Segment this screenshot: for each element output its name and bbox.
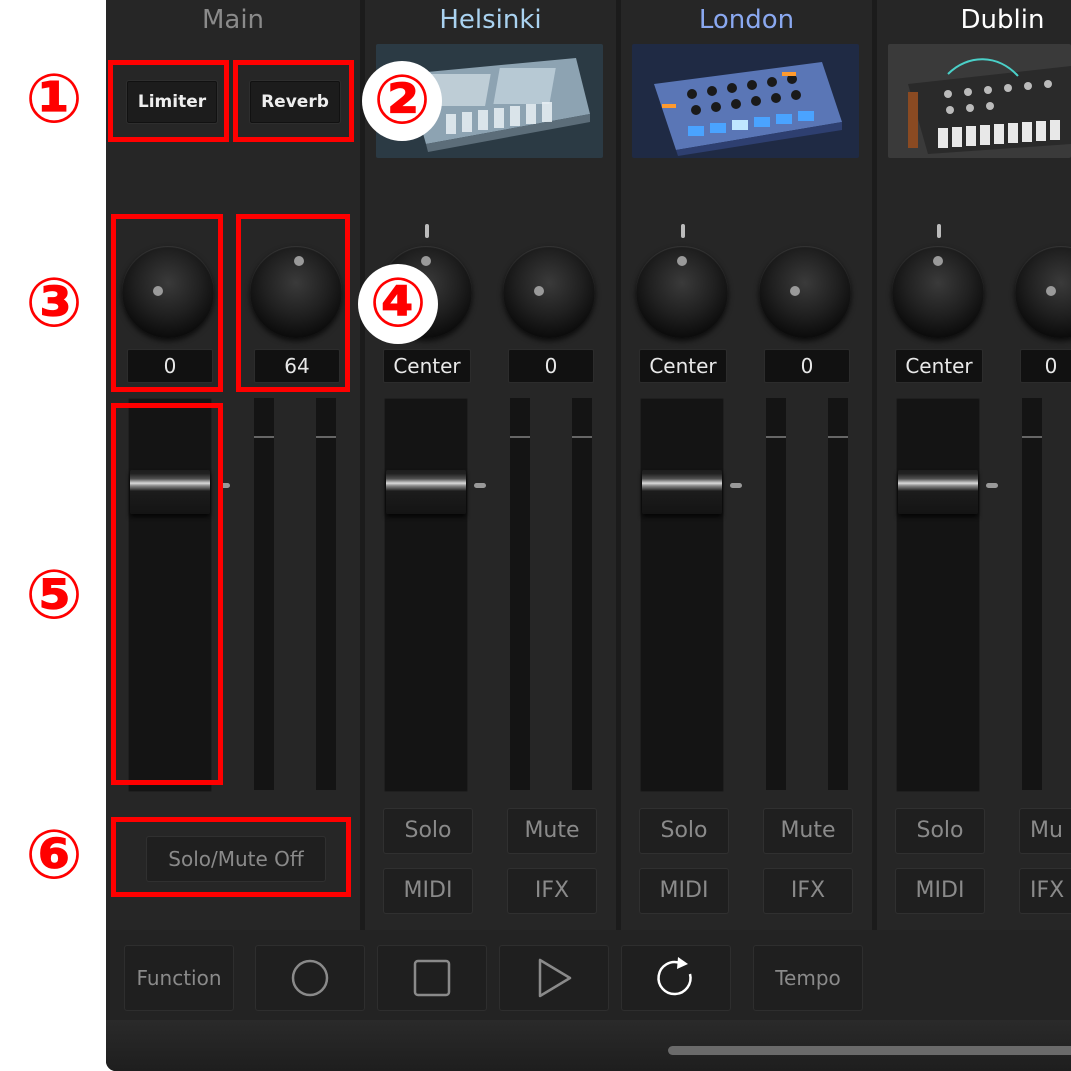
london-synth-image[interactable]: [632, 44, 859, 158]
annotation-number-5: ⑤: [25, 556, 83, 635]
helsinki-send-knob[interactable]: [503, 246, 595, 338]
pan-center-tick: [681, 224, 685, 238]
meter-marker: [1022, 436, 1042, 438]
level-meter-right: [316, 398, 336, 790]
knob-indicator: [677, 256, 687, 266]
meter-marker: [510, 436, 530, 438]
annotation-box-3: [111, 214, 223, 392]
knob-indicator: [933, 256, 943, 266]
meter-marker: [572, 436, 592, 438]
dublin-mute-button[interactable]: Mu: [1019, 808, 1071, 854]
london-fader-handle[interactable]: [642, 470, 722, 514]
london-solo-button[interactable]: Solo: [639, 808, 729, 854]
pan-center-tick: [937, 224, 941, 238]
dublin-synth-illustration: [908, 58, 1071, 154]
loop-icon: [657, 957, 692, 996]
helsinki-solo-button[interactable]: Solo: [383, 808, 473, 854]
dublin-pan-knob[interactable]: [892, 246, 984, 338]
london-pan-value: Center: [639, 349, 727, 383]
record-button[interactable]: [255, 945, 365, 1011]
level-meter-left: [1022, 398, 1042, 790]
loop-button[interactable]: [621, 945, 731, 1011]
dublin-solo-button[interactable]: Solo: [895, 808, 985, 854]
play-icon: [538, 958, 572, 998]
function-button[interactable]: Function: [124, 945, 234, 1011]
stop-button[interactable]: [377, 945, 487, 1011]
london-send-knob[interactable]: [759, 246, 851, 338]
london-midi-button[interactable]: MIDI: [639, 868, 729, 914]
dublin-fader-track[interactable]: [896, 398, 980, 792]
annotation-number-2: ②: [362, 61, 442, 141]
level-meter-right: [572, 398, 592, 790]
helsinki-midi-button[interactable]: MIDI: [383, 868, 473, 914]
level-meter-left: [254, 398, 274, 790]
meter-marker: [254, 436, 274, 438]
london-pan-knob[interactable]: [636, 246, 728, 338]
helsinki-pan-value: Center: [383, 349, 471, 383]
fader-position-mark: [474, 483, 486, 488]
dublin-synth-image[interactable]: [888, 44, 1071, 158]
channel-title-london[interactable]: London: [621, 2, 872, 38]
helsinki-fader-track[interactable]: [384, 398, 468, 792]
play-button[interactable]: [499, 945, 609, 1011]
helsinki-mute-button[interactable]: Mute: [507, 808, 597, 854]
annotation-box-2: [233, 60, 354, 142]
dublin-send-value: 0: [1020, 349, 1071, 383]
helsinki-ifx-button[interactable]: IFX: [507, 868, 597, 914]
record-icon: [291, 959, 329, 997]
london-fader-track[interactable]: [640, 398, 724, 792]
dublin-pan-value: Center: [895, 349, 983, 383]
channel-title-helsinki[interactable]: Helsinki: [365, 2, 616, 38]
london-ifx-button[interactable]: IFX: [763, 868, 853, 914]
london-send-value: 0: [764, 349, 850, 383]
horizontal-scrollbar[interactable]: [668, 1046, 1071, 1055]
fader-position-mark: [730, 483, 742, 488]
annotation-box-6: [111, 817, 351, 897]
london-mute-button[interactable]: Mute: [763, 808, 853, 854]
knob-indicator: [534, 286, 544, 296]
annotation-number-4: ④: [358, 264, 438, 344]
meter-marker: [766, 436, 786, 438]
stop-icon: [413, 959, 451, 997]
annotation-box-4: [236, 214, 350, 392]
london-synth-illustration: [654, 62, 842, 156]
knob-indicator: [1046, 286, 1056, 296]
channel-title-dublin[interactable]: Dublin: [877, 2, 1071, 38]
annotation-box-5: [111, 403, 223, 785]
level-meter-left: [766, 398, 786, 790]
helsinki-send-value: 0: [508, 349, 594, 383]
annotation-number-1: ①: [25, 60, 83, 139]
dublin-ifx-button[interactable]: IFX: [1019, 868, 1071, 914]
annotation-box-1: [108, 60, 229, 142]
dublin-midi-button[interactable]: MIDI: [895, 868, 985, 914]
helsinki-fader-handle[interactable]: [386, 470, 466, 514]
meter-marker: [828, 436, 848, 438]
knob-indicator: [790, 286, 800, 296]
level-meter-left: [510, 398, 530, 790]
tempo-button[interactable]: Tempo: [753, 945, 863, 1011]
dublin-fader-handle[interactable]: [898, 470, 978, 514]
annotation-number-3: ③: [25, 264, 83, 343]
fader-position-mark: [986, 483, 998, 488]
channel-title-main: Main: [201, 5, 265, 35]
level-meter-right: [828, 398, 848, 790]
annotation-number-6: ⑥: [25, 816, 83, 895]
meter-marker: [316, 436, 336, 438]
pan-center-tick: [425, 224, 429, 238]
